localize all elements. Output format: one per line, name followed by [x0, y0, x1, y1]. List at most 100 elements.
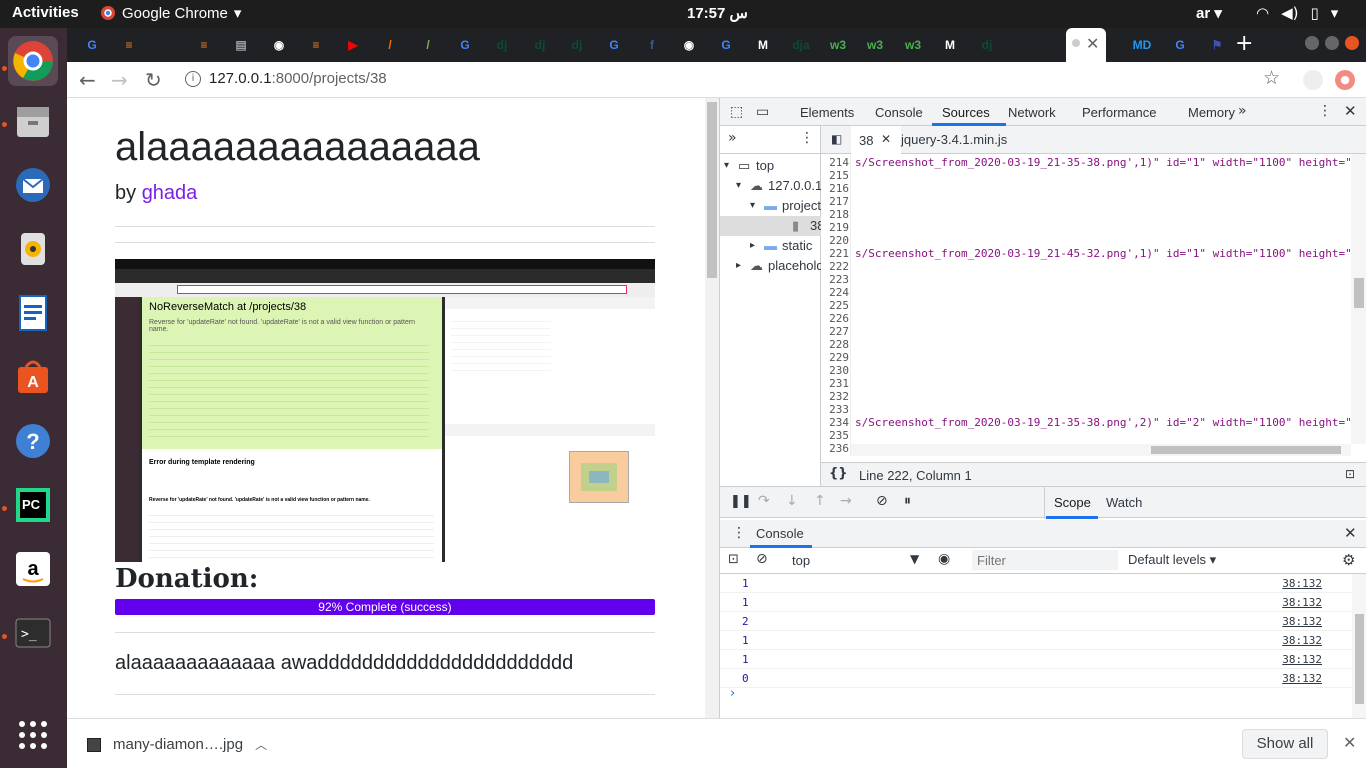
- step-icon[interactable]: →: [840, 493, 852, 509]
- app-menu[interactable]: Google Chrome ▾: [100, 4, 241, 22]
- w3schools-icon[interactable]: w3: [864, 34, 886, 56]
- step-into-icon[interactable]: ↓: [786, 493, 798, 509]
- pycharm-launcher[interactable]: PC: [8, 480, 58, 530]
- tree-item[interactable]: ▾ ▭ top: [720, 156, 821, 176]
- django-icon[interactable]: dja: [790, 34, 812, 56]
- tab-network[interactable]: Network: [1008, 105, 1056, 120]
- line-number[interactable]: 228: [825, 338, 849, 351]
- author-link[interactable]: ghada: [142, 182, 198, 204]
- inspect-element-icon[interactable]: ⬚: [730, 104, 743, 120]
- tab-scope[interactable]: Scope: [1054, 495, 1091, 510]
- editor-tab-38[interactable]: 38 ✕: [851, 126, 901, 154]
- blank-icon[interactable]: [156, 34, 178, 56]
- medium-icon[interactable]: M: [752, 34, 774, 56]
- log-levels-select[interactable]: Default levels ▾: [1128, 552, 1216, 568]
- medium-icon[interactable]: M: [939, 34, 961, 56]
- line-number[interactable]: 230: [825, 364, 849, 377]
- grid-icon[interactable]: ▤: [230, 34, 252, 56]
- device-toolbar-icon[interactable]: ▭: [756, 104, 769, 120]
- show-all-button[interactable]: Show all: [1242, 729, 1328, 759]
- line-number[interactable]: 214: [825, 156, 849, 169]
- console-title[interactable]: Console: [756, 526, 804, 541]
- console-settings-icon[interactable]: ⚙: [1342, 551, 1355, 569]
- tree-arrow-icon[interactable]: ▸: [750, 236, 755, 256]
- editor-scrollbar[interactable]: [1351, 154, 1366, 444]
- line-number[interactable]: 218: [825, 208, 849, 221]
- rhythmbox-launcher[interactable]: [8, 224, 58, 274]
- tab-sources[interactable]: Sources: [942, 105, 990, 120]
- tree-item[interactable]: ▾ ☁ 127.0.0.1:8000: [720, 176, 821, 196]
- close-devtools-icon[interactable]: ✕: [1344, 102, 1357, 120]
- line-number[interactable]: 237: [825, 455, 849, 456]
- toggle-debugger-icon[interactable]: ⊡: [1345, 467, 1355, 481]
- console-source-link[interactable]: 38:132: [1282, 669, 1322, 688]
- pause-icon[interactable]: ❚❚: [730, 494, 752, 509]
- tab-elements[interactable]: Elements: [800, 105, 854, 120]
- back-button[interactable]: ←: [79, 68, 96, 92]
- line-number[interactable]: 227: [825, 325, 849, 338]
- info-icon[interactable]: i: [185, 71, 201, 87]
- close-tab-icon[interactable]: ✕: [1086, 34, 1099, 53]
- stackoverflow-icon[interactable]: ≡: [118, 34, 140, 56]
- step-out-icon[interactable]: ↑: [814, 493, 826, 509]
- clear-console-icon[interactable]: ⊘: [756, 551, 768, 567]
- sidebar-toggle-icon[interactable]: ⊡: [728, 552, 739, 567]
- console-source-link[interactable]: 38:132: [1282, 612, 1322, 631]
- google-icon[interactable]: G: [603, 34, 625, 56]
- code-editor[interactable]: 214 s/Screenshot_from_2020-03-19_21-35-38…: [821, 154, 1366, 456]
- line-number[interactable]: 215: [825, 169, 849, 182]
- system-tray[interactable]: ◠ ◀) ▯ ▾: [1256, 4, 1338, 22]
- editor-tab-jquery[interactable]: jquery-3.4.1.min.js: [901, 132, 1007, 147]
- toggle-navigator-icon[interactable]: ◧: [831, 132, 842, 146]
- console-scrollbar[interactable]: [1352, 574, 1366, 718]
- line-number[interactable]: 233: [825, 403, 849, 416]
- software-center-launcher[interactable]: A: [8, 352, 58, 402]
- line-number[interactable]: 216: [825, 182, 849, 195]
- tab-memory[interactable]: Memory: [1188, 105, 1235, 120]
- project-image[interactable]: NoReverseMatch at /projects/38 Reverse f…: [115, 259, 655, 562]
- console-source-link[interactable]: 38:132: [1282, 631, 1322, 650]
- url-bar[interactable]: 127.0.0.1:8000/projects/38: [209, 70, 387, 87]
- line-number[interactable]: 223: [825, 273, 849, 286]
- console-prompt[interactable]: ›: [730, 686, 735, 701]
- profile-avatar[interactable]: ●: [1335, 70, 1355, 90]
- google-icon[interactable]: G: [81, 34, 103, 56]
- flag-icon[interactable]: ⚑: [1206, 34, 1228, 56]
- chevron-up-icon[interactable]: ︿: [255, 736, 267, 753]
- line-number[interactable]: 231: [825, 377, 849, 390]
- tree-item[interactable]: ▮ 38: [720, 216, 821, 236]
- clock[interactable]: 17:57 س: [687, 4, 748, 22]
- line-number[interactable]: 225: [825, 299, 849, 312]
- django-icon[interactable]: dj: [566, 34, 588, 56]
- facebook-icon[interactable]: f: [641, 34, 663, 56]
- console-source-link[interactable]: 38:132: [1282, 574, 1322, 593]
- context-select[interactable]: top ▼: [784, 550, 924, 570]
- line-number[interactable]: 232: [825, 390, 849, 403]
- close-downloads-icon[interactable]: ✕: [1343, 733, 1356, 752]
- app-grid-launcher[interactable]: [8, 710, 58, 760]
- stackoverflow-icon[interactable]: ≡: [193, 34, 215, 56]
- page-scrollbar[interactable]: [705, 98, 719, 718]
- devtools-menu-icon[interactable]: ⋮: [1318, 103, 1332, 119]
- pen-icon[interactable]: /: [417, 34, 439, 56]
- thunderbird-launcher[interactable]: [8, 160, 58, 210]
- deactivate-breakpoints-icon[interactable]: ⊘: [876, 493, 888, 509]
- line-number[interactable]: 222: [825, 260, 849, 273]
- bookmark-star-icon[interactable]: ☆: [1263, 67, 1280, 89]
- activities-button[interactable]: Activities: [12, 4, 79, 21]
- close-window-button[interactable]: [1345, 36, 1359, 50]
- edit-icon[interactable]: /: [379, 34, 401, 56]
- django-icon[interactable]: dj: [529, 34, 551, 56]
- w3schools-icon[interactable]: w3: [902, 34, 924, 56]
- stackoverflow-icon[interactable]: ≡: [305, 34, 327, 56]
- tab-console[interactable]: Console: [875, 105, 923, 120]
- maximize-button[interactable]: [1325, 36, 1339, 50]
- tree-item[interactable]: ▸ ☁ placeholder.com: [720, 256, 821, 276]
- more-sources-icon[interactable]: »: [728, 130, 737, 146]
- help-launcher[interactable]: ?: [8, 416, 58, 466]
- files-launcher[interactable]: [8, 96, 58, 146]
- chrome-launcher[interactable]: [8, 36, 58, 86]
- google-icon[interactable]: G: [715, 34, 737, 56]
- console-source-link[interactable]: 38:132: [1282, 593, 1322, 612]
- pause-exceptions-icon[interactable]: ⏸: [904, 493, 911, 509]
